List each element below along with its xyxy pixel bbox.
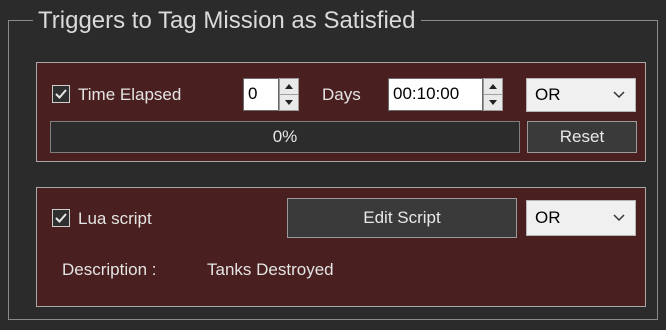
reset-button[interactable]: Reset <box>527 121 637 153</box>
description-value: Tanks Destroyed <box>207 260 334 279</box>
check-icon <box>55 213 67 223</box>
lua-script-checkbox[interactable] <box>52 209 70 227</box>
spin-down-icon[interactable] <box>484 95 502 111</box>
days-label: Days <box>322 85 361 104</box>
spin-up-icon[interactable] <box>280 79 298 95</box>
chevron-down-icon <box>613 79 625 111</box>
time-elapsed-label: Time Elapsed <box>78 85 182 104</box>
check-icon <box>55 89 67 99</box>
lua-logic-dropdown[interactable]: OR <box>526 200 636 236</box>
description-label: Description : <box>62 260 157 279</box>
time-spinner[interactable] <box>483 78 503 111</box>
days-input[interactable]: 0 <box>243 78 279 111</box>
spin-down-icon[interactable] <box>280 95 298 111</box>
group-title: Triggers to Tag Mission as Satisfied <box>33 4 421 38</box>
lua-script-label: Lua script <box>78 209 152 228</box>
days-spinner[interactable] <box>279 78 299 111</box>
chevron-down-icon <box>613 201 625 235</box>
time-input[interactable]: 00:10:00 <box>388 78 483 111</box>
time-logic-value: OR <box>535 85 561 104</box>
time-elapsed-checkbox[interactable] <box>52 85 70 103</box>
time-logic-dropdown[interactable]: OR <box>526 78 636 112</box>
edit-script-button[interactable]: Edit Script <box>287 198 517 238</box>
progress-text: 0% <box>272 127 298 146</box>
time-progress-bar: 0% <box>50 121 520 153</box>
lua-logic-value: OR <box>535 208 561 227</box>
spin-up-icon[interactable] <box>484 79 502 95</box>
